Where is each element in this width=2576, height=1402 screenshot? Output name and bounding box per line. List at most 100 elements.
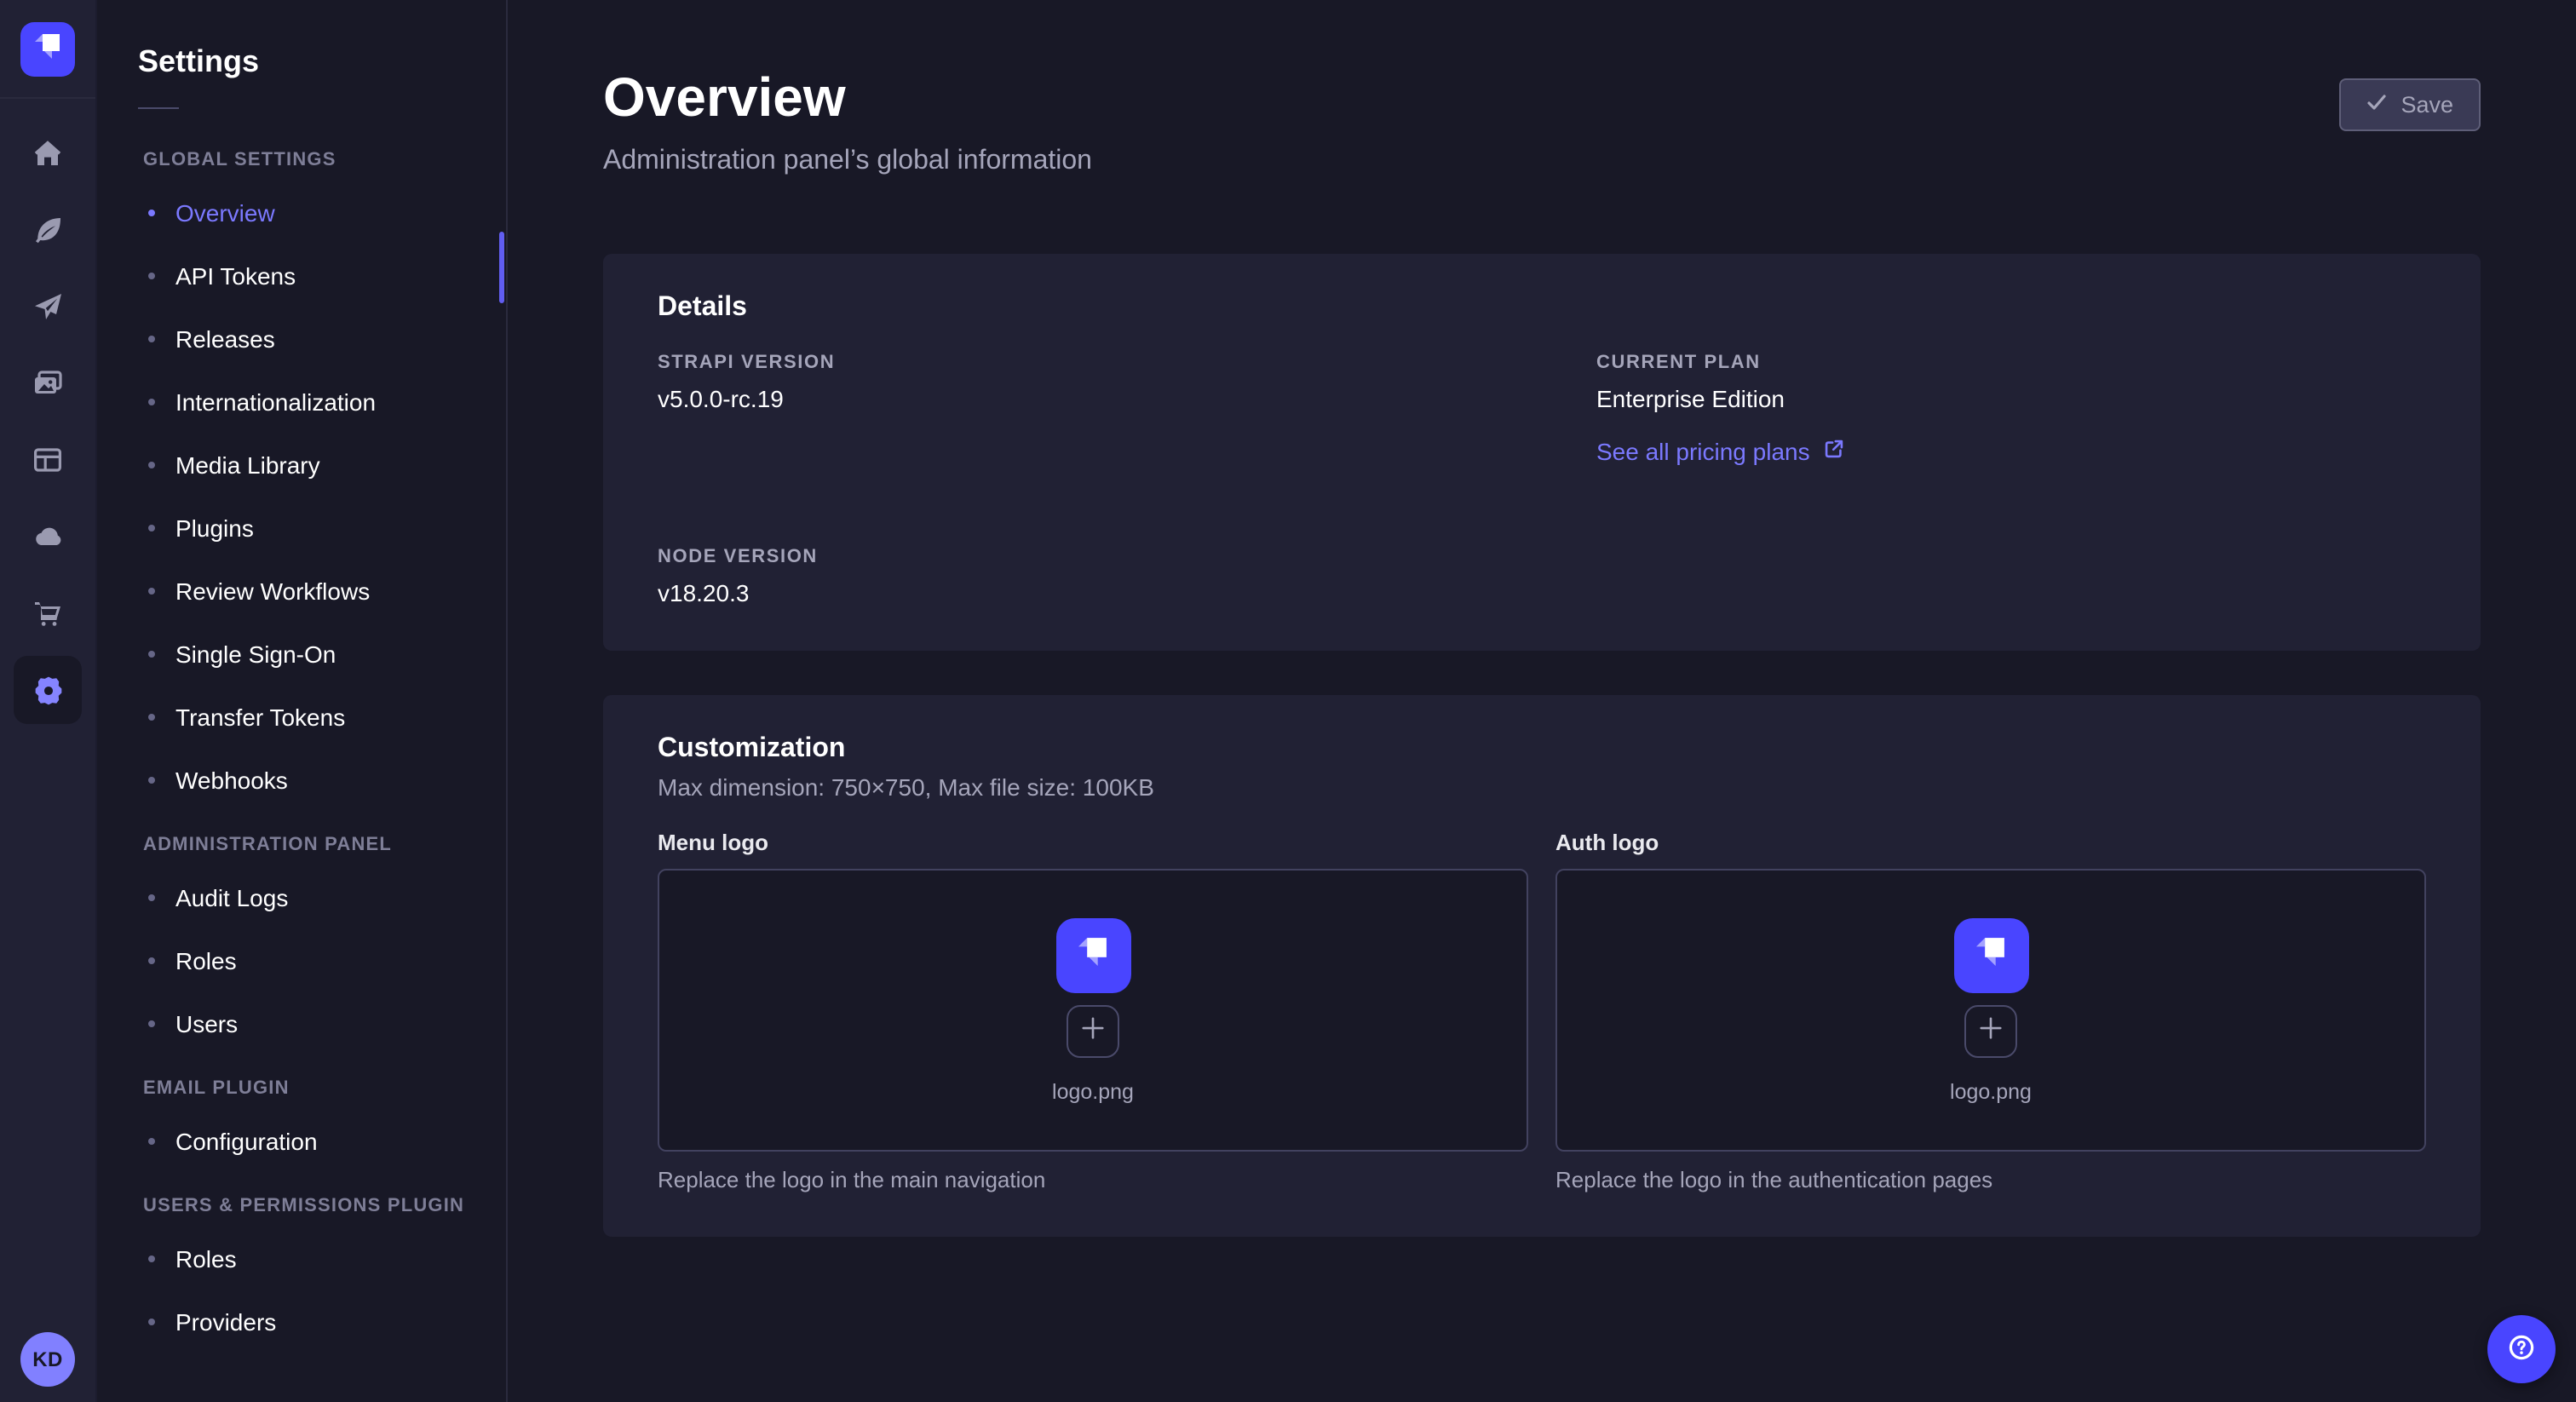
sidebar-item-transfer-tokens[interactable]: Transfer Tokens (97, 685, 506, 748)
sidebar-item-single-sign-on[interactable]: Single Sign-On (97, 622, 506, 685)
sidebar-item-webhooks[interactable]: Webhooks (97, 748, 506, 811)
menu-logo-preview (1055, 917, 1130, 992)
bullet-icon (148, 335, 155, 342)
user-avatar[interactable]: KD (20, 1332, 75, 1387)
check-icon (2366, 92, 2387, 118)
auth-logo-label: Auth logo (1555, 830, 2426, 855)
page-header-titles: Overview Administration panel’s global i… (603, 65, 1092, 177)
bullet-icon (148, 461, 155, 468)
menu-logo-upload: Menu logo logo.png (658, 830, 1528, 1192)
sidebar-item-admin-roles[interactable]: Roles (97, 928, 506, 991)
menu-logo-dropzone[interactable]: logo.png (658, 869, 1528, 1152)
sidebar-title-divider (138, 107, 179, 109)
auth-logo-filename: logo.png (1950, 1079, 2032, 1103)
layout-icon (31, 443, 65, 477)
page-header: Overview Administration panel’s global i… (603, 65, 2481, 177)
bullet-icon (148, 1020, 155, 1026)
strapi-logo-icon (29, 26, 66, 72)
bullet-icon (148, 587, 155, 594)
sidebar-item-up-providers[interactable]: Providers (97, 1290, 506, 1353)
bullet-icon (148, 209, 155, 215)
details-card: Details Strapi version v5.0.0-rc.19 Curr… (603, 254, 2481, 651)
auth-logo-add-button[interactable] (1964, 1004, 2017, 1057)
bullet-icon (148, 713, 155, 720)
sidebar-item-users[interactable]: Users (97, 991, 506, 1054)
pictures-icon (31, 366, 65, 400)
settings-sidebar: Settings Global settings Overview API To… (97, 0, 508, 1402)
sidebar-item-releases[interactable]: Releases (97, 307, 506, 370)
nav-marketplace-button[interactable] (14, 579, 82, 647)
sidebar-item-up-roles[interactable]: Roles (97, 1227, 506, 1290)
sidebar-scrollbar-thumb[interactable] (499, 232, 504, 303)
sidebar-item-plugins[interactable]: Plugins (97, 496, 506, 559)
nav-content-manager-button[interactable] (14, 426, 82, 494)
customization-card-title: Customization (658, 734, 2426, 765)
strapi-home-logo[interactable] (20, 22, 75, 77)
page-subtitle: Administration panel’s global informatio… (603, 147, 1092, 177)
bullet-icon (148, 1318, 155, 1324)
question-mark-icon (2506, 1331, 2537, 1367)
help-button[interactable] (2487, 1315, 2556, 1383)
bullet-icon (148, 272, 155, 279)
avatar-initials: KD (32, 1347, 62, 1371)
bullet-icon (148, 524, 155, 531)
nav-deploy-button[interactable] (14, 273, 82, 341)
sidebar-item-media-library[interactable]: Media Library (97, 433, 506, 496)
rail-icon-list (14, 119, 82, 733)
auth-logo-upload: Auth logo logo.png (1555, 830, 2426, 1192)
section-header-email-plugin: Email plugin (97, 1054, 506, 1109)
plus-icon (1080, 1015, 1106, 1046)
field-value: v5.0.0-rc.19 (658, 385, 1487, 412)
sidebar-item-api-tokens[interactable]: API Tokens (97, 244, 506, 307)
nav-media-library-button[interactable] (14, 349, 82, 417)
field-strapi-version: Strapi version v5.0.0-rc.19 (658, 353, 1487, 468)
logo-uploads: Menu logo logo.png (658, 830, 2426, 1192)
auth-logo-dropzone[interactable]: logo.png (1555, 869, 2426, 1152)
field-label: Current plan (1596, 353, 2426, 373)
field-label: Node version (658, 547, 1487, 567)
main-content: Overview Administration panel’s global i… (508, 0, 2576, 1402)
menu-logo-caption: Replace the logo in the main navigation (658, 1167, 1528, 1192)
menu-logo-filename: logo.png (1052, 1079, 1134, 1103)
external-link-icon (1824, 438, 1846, 465)
pricing-plans-link[interactable]: See all pricing plans (1596, 438, 1846, 465)
nav-settings-button[interactable] (14, 656, 82, 724)
rail-divider (0, 97, 95, 99)
bullet-icon (148, 957, 155, 963)
sidebar-item-email-configuration[interactable]: Configuration (97, 1109, 506, 1172)
menu-logo-add-button[interactable] (1067, 1004, 1119, 1057)
sidebar-item-internationalization[interactable]: Internationalization (97, 370, 506, 433)
cart-icon (31, 596, 65, 630)
page-title: Overview (603, 65, 1092, 129)
customization-card-subtitle: Max dimension: 750×750, Max file size: 1… (658, 773, 2426, 801)
bullet-icon (148, 1137, 155, 1144)
sidebar-item-review-workflows[interactable]: Review Workflows (97, 559, 506, 622)
sidebar-item-audit-logs[interactable]: Audit Logs (97, 865, 506, 928)
nav-cloud-button[interactable] (14, 503, 82, 571)
section-header-administration-panel: Administration panel (97, 811, 506, 865)
save-button[interactable]: Save (2339, 78, 2481, 131)
menu-logo-label: Menu logo (658, 830, 1528, 855)
nav-content-builder-button[interactable] (14, 196, 82, 264)
settings-nav: Global settings Overview API Tokens Rele… (97, 126, 506, 1353)
bullet-icon (148, 893, 155, 900)
strapi-logo-icon (1072, 929, 1114, 980)
section-header-users-permissions-plugin: Users & Permissions plugin (97, 1172, 506, 1227)
field-node-version: Node version v18.20.3 (658, 547, 1487, 606)
details-card-title: Details (658, 293, 2426, 324)
section-header-global-settings: Global settings (97, 126, 506, 181)
strapi-logo-icon (1969, 929, 2012, 980)
nav-home-button[interactable] (14, 119, 82, 187)
plus-icon (1978, 1015, 2004, 1046)
customization-card: Customization Max dimension: 750×750, Ma… (603, 695, 2481, 1237)
pricing-link-label: See all pricing plans (1596, 438, 1810, 465)
sidebar-item-overview[interactable]: Overview (97, 181, 506, 244)
gear-icon (30, 672, 66, 708)
cloud-icon (31, 520, 65, 554)
field-label: Strapi version (658, 353, 1487, 373)
auth-logo-caption: Replace the logo in the authentication p… (1555, 1167, 2426, 1192)
details-grid: Strapi version v5.0.0-rc.19 Current plan… (658, 353, 2426, 606)
strapi-admin-window: KD Settings Global settings Overview API… (0, 0, 2576, 1402)
field-current-plan: Current plan Enterprise Edition See all … (1596, 353, 2426, 468)
home-icon (31, 136, 65, 170)
